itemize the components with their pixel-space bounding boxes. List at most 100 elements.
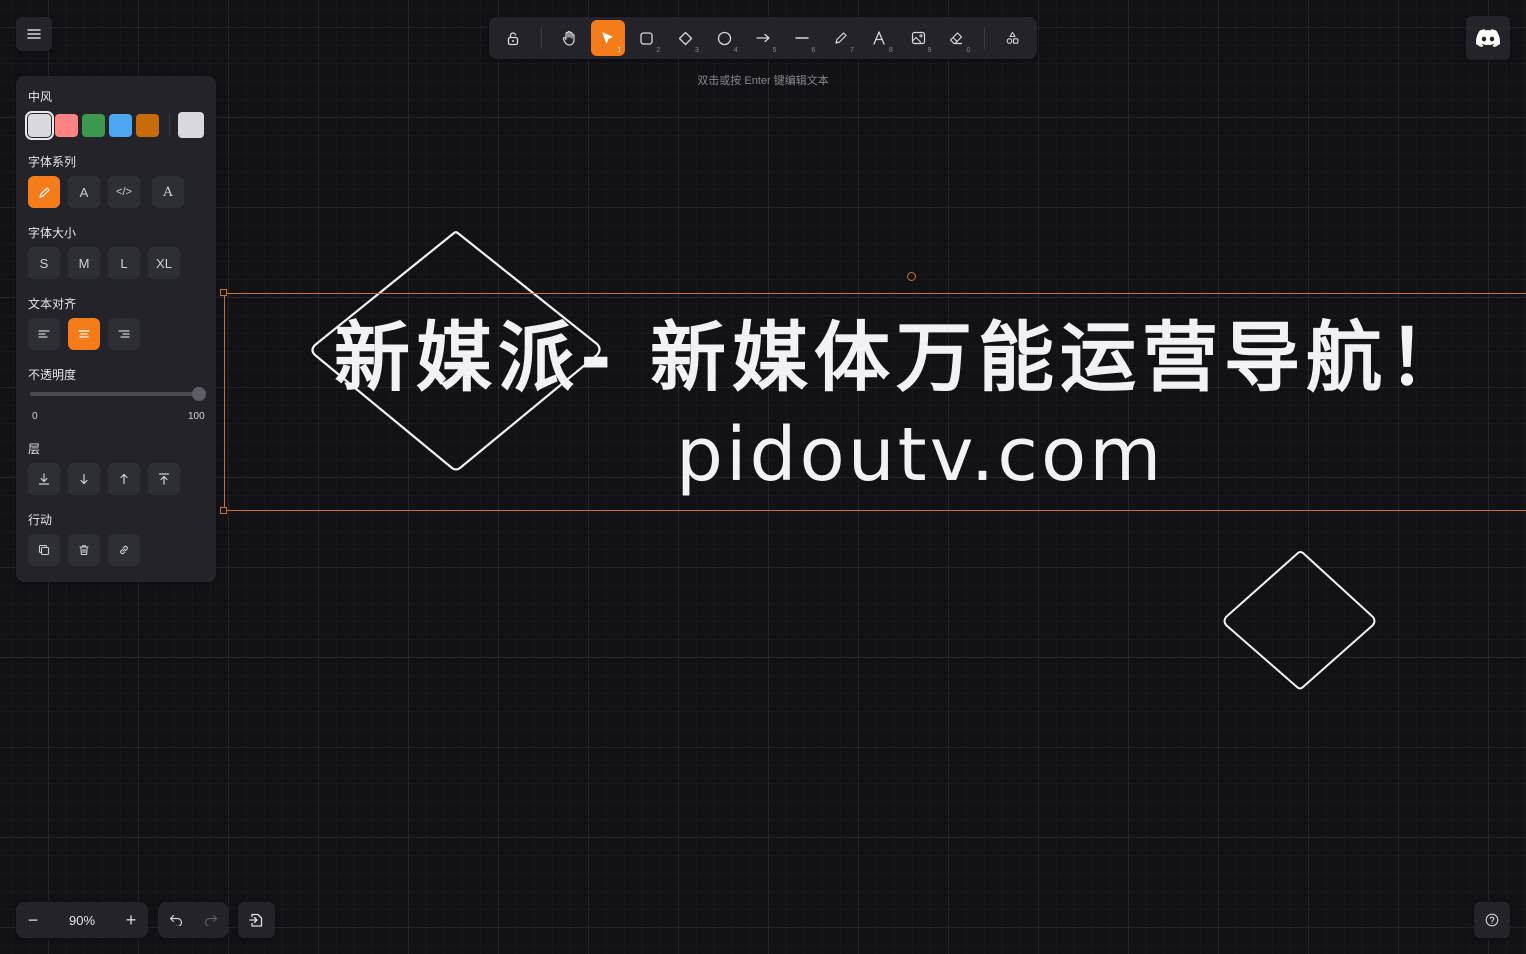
selection-tool-button[interactable]: 1 (590, 20, 626, 56)
main-menu-button[interactable] (16, 17, 52, 51)
toolbar-divider (984, 27, 986, 49)
link-icon (120, 545, 128, 555)
stroke-label: 中风 (28, 90, 53, 104)
text-icon (873, 31, 885, 45)
opacity-min-label: 0 (32, 411, 38, 422)
rectangle-tool-button[interactable]: 2 (629, 20, 664, 56)
duplicate-button[interactable] (28, 534, 60, 566)
undo-button[interactable] (158, 902, 193, 938)
font-size-label: 字体大小 (28, 226, 77, 240)
font-heading-glyph: A (163, 184, 173, 200)
library-shapes-icon (1006, 31, 1019, 44)
text-tool-button[interactable]: 8 (862, 20, 897, 56)
library-tool-button[interactable] (995, 20, 1030, 56)
redo-icon (204, 914, 217, 926)
rotation-handle[interactable] (907, 272, 916, 281)
stroke-color-row (25, 110, 208, 140)
shortcut-number: 7 (850, 47, 854, 54)
send-to-back-icon (38, 473, 50, 485)
undo-icon (169, 914, 182, 926)
font-normal-button[interactable]: A (68, 176, 100, 208)
shortcut-number: 6 (811, 47, 816, 54)
align-center-button[interactable] (68, 318, 100, 350)
line-icon (795, 37, 809, 39)
delete-button[interactable] (68, 534, 100, 566)
font-size-s-button[interactable]: S (28, 247, 60, 279)
stroke-swatch-orange[interactable] (136, 113, 159, 137)
text-align-label: 文本对齐 (28, 297, 77, 311)
export-button[interactable] (238, 902, 275, 938)
line-tool-button[interactable]: 6 (784, 20, 819, 56)
rectangle-icon (640, 31, 653, 45)
image-tool-button[interactable]: 9 (901, 20, 936, 56)
bring-to-front-button[interactable] (148, 463, 180, 495)
shape-toolbar: 1 2 3 4 5 6 7 8 9 0 (489, 17, 1037, 59)
duplicate-icon (38, 544, 50, 556)
resize-handle-top-left[interactable] (220, 289, 227, 296)
stroke-swatch-blue[interactable] (109, 113, 132, 137)
align-left-button[interactable] (28, 318, 60, 350)
canvas-text-title[interactable]: 新媒派- 新媒体万能运营导航！ (334, 296, 1470, 406)
hand-tool-button[interactable] (552, 20, 587, 56)
help-icon (1485, 913, 1499, 927)
edit-text-hint: 双击或按 Enter 键编辑文本 (697, 75, 829, 87)
link-button[interactable] (108, 534, 140, 566)
canvas-text-url[interactable]: pidoutv.com (676, 412, 1164, 498)
send-backward-button[interactable] (68, 463, 100, 495)
draw-tool-button[interactable]: 7 (823, 20, 858, 56)
stroke-swatch-green[interactable] (82, 113, 105, 137)
shortcut-number: 5 (772, 47, 777, 54)
font-size-m-button[interactable]: M (68, 247, 100, 279)
font-family-row: A </> A (28, 176, 192, 208)
layers-label: 层 (28, 442, 41, 456)
ellipse-tool-button[interactable]: 4 (707, 20, 742, 56)
font-handdrawn-button[interactable] (28, 176, 60, 208)
font-size-l-button[interactable]: L (108, 247, 140, 279)
shortcut-number: 1 (617, 47, 622, 54)
send-to-back-button[interactable] (28, 463, 60, 495)
zoom-level[interactable]: 90% (50, 913, 114, 928)
opacity-slider-track[interactable] (30, 392, 200, 396)
font-size-xl-button[interactable]: XL (148, 247, 180, 279)
redo-button[interactable] (193, 902, 228, 938)
help-button[interactable] (1474, 902, 1510, 938)
stroke-swatch-gray[interactable] (25, 110, 54, 140)
toolbar-divider (540, 27, 542, 49)
image-icon (911, 31, 925, 45)
zoom-controls: − 90% + (16, 902, 148, 938)
discord-icon (1476, 29, 1500, 47)
arrow-icon (755, 33, 770, 43)
diamond-tool-button[interactable]: 3 (668, 20, 703, 56)
discord-button[interactable] (1466, 16, 1510, 60)
shortcut-number: 8 (888, 47, 893, 54)
text-align-row (28, 318, 148, 350)
resize-handle-bottom-left[interactable] (220, 507, 227, 514)
zoom-out-button[interactable]: − (16, 902, 50, 938)
canvas-diamond-small[interactable] (1220, 550, 1380, 692)
arrow-tool-button[interactable]: 5 (746, 20, 781, 56)
font-code-button[interactable]: </> (108, 176, 140, 208)
zoom-in-button[interactable]: + (114, 902, 148, 938)
trash-icon (79, 545, 89, 556)
opacity-label: 不透明度 (28, 368, 77, 382)
arrow-down-icon (80, 473, 88, 485)
font-family-label: 字体系列 (28, 155, 77, 169)
current-stroke-color[interactable] (178, 112, 204, 138)
bring-forward-button[interactable] (108, 463, 140, 495)
lock-tool-button[interactable] (496, 20, 531, 56)
opacity-max-label: 100 (188, 411, 205, 422)
font-code-glyph: </> (116, 186, 132, 198)
diamond-icon (678, 31, 693, 45)
align-right-button[interactable] (108, 318, 140, 350)
stroke-swatch-red[interactable] (55, 113, 78, 137)
lock-icon (508, 31, 519, 45)
shortcut-number: 3 (694, 47, 699, 54)
shortcut-number: 9 (927, 47, 932, 54)
eraser-tool-button[interactable]: 0 (940, 20, 975, 56)
bring-to-front-icon (158, 473, 170, 485)
opacity-slider-thumb[interactable] (192, 387, 206, 401)
pencil-draw-icon (835, 32, 847, 44)
font-heading-button[interactable]: A (152, 176, 184, 208)
eraser-icon (950, 32, 963, 45)
selection-pointer-icon (602, 32, 613, 44)
